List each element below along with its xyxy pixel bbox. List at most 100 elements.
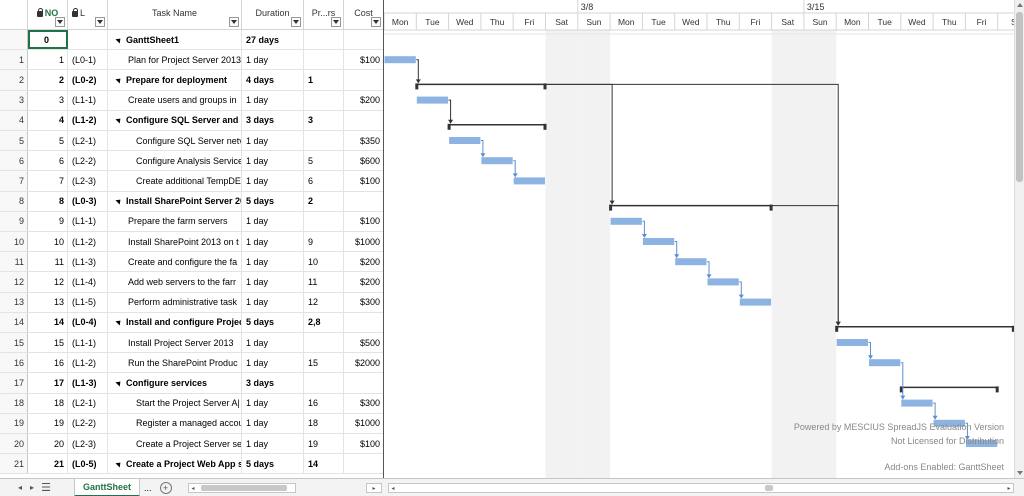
cell-predecessors[interactable]: 16 [304, 393, 344, 413]
row-header[interactable]: 14 [0, 312, 28, 332]
filter-dropdown-icon[interactable] [331, 17, 341, 27]
cell-cost[interactable]: $500 [344, 333, 383, 352]
row-header[interactable]: 6 [0, 151, 28, 171]
cell-no[interactable]: 5 [28, 131, 68, 151]
cell-level[interactable]: (L2-3) [68, 434, 108, 454]
tab-nav-prev-icon[interactable]: ◂ [14, 479, 26, 496]
row-header[interactable]: 21 [0, 454, 28, 474]
row-header[interactable]: 2 [0, 70, 28, 90]
cell-task-name[interactable]: Perform administrative task [108, 292, 242, 312]
cell-predecessors[interactable] [304, 373, 344, 393]
row-header[interactable] [0, 30, 28, 50]
row-header[interactable]: 4 [0, 110, 28, 130]
cell-cost[interactable] [344, 111, 383, 130]
cell-duration[interactable]: 1 day [242, 434, 304, 454]
collapse-toggle-icon[interactable] [115, 36, 123, 44]
cell-predecessors[interactable]: 11 [304, 272, 344, 292]
cell-no[interactable]: 15 [28, 333, 68, 353]
cell-no[interactable]: 0 [28, 30, 68, 50]
cell-cost[interactable] [344, 70, 383, 89]
row-header[interactable]: 13 [0, 292, 28, 312]
cell-task-name[interactable]: Configure SQL Server and / [108, 110, 242, 130]
cell-no[interactable]: 3 [28, 90, 68, 110]
cell-predecessors[interactable] [304, 30, 344, 50]
row-header[interactable]: 3 [0, 90, 28, 110]
cell-duration[interactable]: 1 day [242, 171, 304, 191]
cell-task-name[interactable]: Install SharePoint 2013 on t [108, 232, 242, 252]
cell-no[interactable]: 11 [28, 252, 68, 272]
cell-level[interactable]: (L1-1) [68, 90, 108, 110]
cell-task-name[interactable]: Create users and groups in [108, 90, 242, 110]
cell-no[interactable]: 2 [28, 70, 68, 90]
cell-duration[interactable]: 5 days [242, 191, 304, 211]
row-header[interactable]: 11 [0, 252, 28, 272]
cell-predecessors[interactable]: 15 [304, 353, 344, 373]
row-header[interactable]: 17 [0, 373, 28, 393]
row-header[interactable]: 10 [0, 232, 28, 252]
cell-task-name[interactable]: Create and configure the fa [108, 252, 242, 272]
cell-duration[interactable]: 1 day [242, 393, 304, 413]
cell-task-name[interactable]: Install Project Server 2013 [108, 333, 242, 353]
cell-duration[interactable]: 1 day [242, 413, 304, 433]
cell-level[interactable]: (L0-3) [68, 191, 108, 211]
collapse-toggle-icon[interactable] [115, 197, 123, 205]
cell-task-name[interactable]: GanttSheet1 [108, 30, 242, 50]
corner-cell[interactable] [0, 0, 28, 30]
cell-task-name[interactable]: Plan for Project Server 2013 [108, 50, 242, 70]
table-row[interactable]: 3 3 (L1-1) Create users and groups in 1 day $… [0, 90, 383, 111]
filter-dropdown-icon[interactable] [95, 17, 105, 27]
grid-scroll-thumb[interactable] [201, 485, 287, 491]
cell-level[interactable]: (L1-4) [68, 272, 108, 292]
tab-nav-next-icon[interactable]: ▸ [26, 479, 38, 496]
table-row[interactable]: 6 6 (L2-2) Configure Analysis Service 1 day 5… [0, 151, 383, 172]
cell-no[interactable]: 8 [28, 191, 68, 211]
cell-no[interactable]: 16 [28, 353, 68, 373]
table-row[interactable]: 8 8 (L0-3) Install SharePoint Server 20 5 da… [0, 191, 383, 212]
cell-predecessors[interactable]: 6 [304, 171, 344, 191]
cell-duration[interactable]: 3 days [242, 373, 304, 393]
cell-duration[interactable]: 1 day [242, 292, 304, 312]
cell-no[interactable]: 14 [28, 312, 68, 332]
cell-cost[interactable]: $300 [344, 293, 383, 312]
cell-predecessors[interactable] [304, 90, 344, 110]
collapse-toggle-icon[interactable] [115, 460, 123, 468]
cell-task-name[interactable]: Register a managed accou [108, 413, 242, 433]
cell-no[interactable]: 10 [28, 232, 68, 252]
cell-level[interactable]: (L1-1) [68, 211, 108, 231]
cell-cost[interactable]: $1000 [344, 414, 383, 433]
scroll-up-icon[interactable] [1017, 3, 1023, 7]
cell-cost[interactable]: $600 [344, 151, 383, 170]
cell-cost[interactable]: $350 [344, 131, 383, 150]
gantt-scroll-thumb[interactable] [765, 485, 773, 491]
task-grid[interactable]: NO L Task Name Duration Pr...rs Cost 0 Ga… [0, 0, 384, 478]
cell-level[interactable]: (L2-2) [68, 151, 108, 171]
add-sheet-icon[interactable]: + [159, 481, 172, 494]
table-row[interactable]: 4 4 (L1-2) Configure SQL Server and /3 days… [0, 110, 383, 131]
grid-scroll-right[interactable]: ▸ [366, 483, 382, 493]
cell-predecessors[interactable] [304, 131, 344, 151]
cell-no[interactable]: 13 [28, 292, 68, 312]
cell-cost[interactable] [344, 192, 383, 211]
cell-cost[interactable]: $2000 [344, 353, 383, 372]
table-row[interactable]: 15 15 (L1-1) Install Project Server 2013 1 d… [0, 333, 383, 354]
cell-task-name[interactable]: Install SharePoint Server 20 [108, 191, 242, 211]
cell-no[interactable]: 4 [28, 110, 68, 130]
cell-duration[interactable]: 1 day [242, 211, 304, 231]
cell-duration[interactable]: 27 days [242, 30, 304, 50]
cell-level[interactable]: (L0-4) [68, 312, 108, 332]
cell-level[interactable]: (L2-1) [68, 393, 108, 413]
cell-level[interactable]: (L1-2) [68, 232, 108, 252]
collapse-toggle-icon[interactable] [115, 116, 123, 124]
cell-predecessors[interactable]: 5 [304, 151, 344, 171]
column-header-level[interactable]: L [68, 0, 108, 30]
cell-duration[interactable]: 1 day [242, 252, 304, 272]
cell-duration[interactable]: 4 days [242, 70, 304, 90]
cell-level[interactable]: (L0-2) [68, 70, 108, 90]
cell-level[interactable]: (L1-1) [68, 333, 108, 353]
cell-cost[interactable]: $100 [344, 50, 383, 69]
filter-dropdown-icon[interactable] [229, 17, 239, 27]
cell-task-name[interactable]: Create a Project Web App si [108, 454, 242, 474]
cell-predecessors[interactable]: 2,8 [304, 312, 344, 332]
table-row[interactable]: 21 21 (L0-5) Create a Project Web App si 5 d… [0, 454, 383, 475]
cell-task-name[interactable]: Configure services [108, 373, 242, 393]
